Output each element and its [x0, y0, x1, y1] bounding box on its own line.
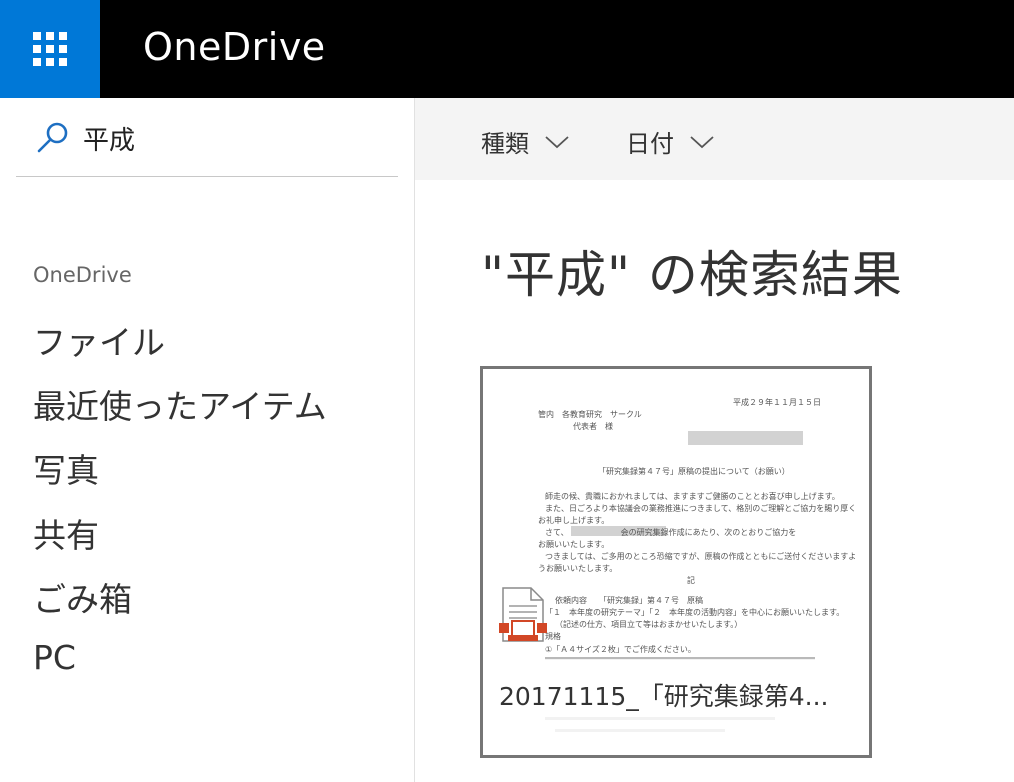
app-title[interactable]: OneDrive [143, 25, 326, 69]
preview-body7: うお願いいたします。 [538, 564, 618, 573]
preview-item1: 依頼内容 「研究集録」第４７号 原稿 [555, 596, 703, 605]
preview-item3: （記述の仕方、項目立て等はおまかせいたします。） [555, 620, 743, 629]
chevron-down-icon [690, 135, 714, 148]
command-bar: 種類 日付 [415, 98, 1014, 180]
preview-item2: 「１ 本年度の研究テーマ」「２ 本年度の活動内容」を中心にお願いいたします。 [545, 608, 845, 617]
file-tile[interactable]: 平成２９年１１月１５日 管内 各教育研究 サークル 代表者 様 「研究集録第４７… [480, 366, 872, 758]
date-filter-label: 日付 [626, 130, 674, 158]
nav-item-shared[interactable]: 共有 [33, 509, 99, 557]
page-title: "平成" の検索結果 [481, 246, 903, 304]
preview-to2: 代表者 様 [573, 422, 613, 431]
file-name[interactable]: 20171115_「研究集録第4... [499, 677, 829, 713]
nav-section-label: OneDrive [33, 263, 132, 287]
nav-item-photos[interactable]: 写真 [33, 444, 99, 492]
preview-body6: つきましては、ご多用のところ恐縮ですが、原稿の作成とともにご送付くださいますよ [545, 552, 857, 561]
preview-body4: さて、 会の研究集録作成にあたり、次のとおりご協力を [545, 528, 797, 537]
preview-body1: 師走の候、貴職におかれましては、ますますご健勝のこととお喜び申し上げます。 [545, 492, 840, 501]
nav-item-recycle-bin[interactable]: ごみ箱 [33, 573, 132, 621]
preview-item4: 規格 [545, 632, 561, 641]
preview-subject: 「研究集録第４７号」原稿の提出について（お願い） [598, 467, 790, 476]
nav-item-files[interactable]: ファイル [33, 316, 165, 364]
preview-to: 管内 各教育研究 サークル [538, 410, 642, 419]
chevron-down-icon [545, 135, 569, 148]
waffle-icon [33, 32, 67, 66]
type-filter-dropdown[interactable]: 種類 [481, 124, 569, 159]
app-launcher-button[interactable] [0, 0, 100, 98]
word-document-icon [499, 587, 547, 642]
type-filter-label: 種類 [481, 130, 529, 158]
preview-ki: 記 [687, 576, 695, 585]
preview-date: 平成２９年１１月１５日 [733, 398, 821, 407]
search-input[interactable]: 平成 [83, 120, 135, 157]
top-bar: OneDrive [0, 0, 1014, 98]
nav-item-pc[interactable]: PC [33, 638, 76, 677]
search-box[interactable]: 平成 [16, 98, 398, 177]
preview-body5: お願いいたします。 [538, 540, 610, 549]
nav-item-recent[interactable]: 最近使ったアイテム [33, 380, 327, 428]
date-filter-dropdown[interactable]: 日付 [626, 124, 714, 159]
left-navigation: 平成 OneDrive ファイル 最近使ったアイテム 写真 共有 ごみ箱 PC [0, 98, 415, 782]
preview-body3: お礼申し上げます。 [538, 516, 610, 525]
redacted-block [688, 431, 803, 445]
preview-body2: また、日ごろより本協議会の業務推進につきまして、格別のご理解とご協力を賜り厚く [545, 504, 857, 513]
preview-item5: ①「Ａ４サイズ２枚」でご作成ください。 [545, 645, 696, 654]
search-icon[interactable] [36, 120, 70, 154]
